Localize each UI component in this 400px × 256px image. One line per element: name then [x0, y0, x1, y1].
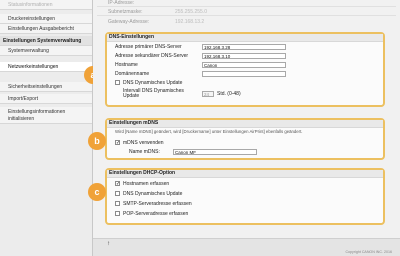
sidebar-item-label: Netzwerkeinstellungen	[8, 64, 59, 70]
callout-badge-b: b	[88, 132, 106, 150]
acquire-pop-server-label: POP-Serveradresse erfassen	[123, 211, 189, 217]
mdns-name-label: Name mDNS:	[129, 149, 160, 155]
primary-dns-label: Adresse primärer DNS-Server	[115, 44, 182, 50]
scroll-to-top-icon[interactable]: ↑	[107, 241, 110, 247]
gateway-address-label: Gateway-Adresse:	[108, 19, 150, 25]
dns-update-interval-label: Intervall DNS Dynamisches Update	[123, 88, 184, 99]
sidebar-item-initialize-settings[interactable]: Einstellungsinformationen initialisieren	[0, 107, 92, 124]
copyright-text: Copyright CANON INC. 2016	[345, 250, 392, 254]
mdns-note: Wird [Name mDNS] geändert, wird [Drucker…	[115, 129, 303, 134]
sidebar-section-label: Einstellungen Systemverwaltung	[3, 38, 82, 44]
sidebar-item-security-settings[interactable]: Sicherheitseinstellungen	[0, 82, 92, 92]
acquire-smtp-server-checkbox[interactable]	[115, 201, 120, 206]
sidebar-item-import-export[interactable]: Import/Export	[0, 94, 92, 104]
sidebar-item-label: Import/Export	[8, 96, 39, 102]
divider	[97, 15, 396, 16]
dhcp-dns-dynamic-update-checkbox[interactable]	[115, 191, 120, 196]
section-title: Einstellungen mDNS	[107, 120, 383, 128]
section-title: Einstellungen DHCP-Option	[107, 170, 383, 178]
primary-dns-input[interactable]: 192.168.3.28	[202, 44, 286, 50]
use-mdns-label: mDNS verwenden	[123, 140, 164, 146]
dns-dynamic-update-checkbox[interactable]	[115, 80, 120, 85]
use-mdns-checkbox[interactable]	[115, 139, 120, 147]
divider	[97, 6, 396, 7]
acquire-pop-server-checkbox[interactable]	[115, 211, 120, 216]
acquire-smtp-server-label: SMTP-Serveradresse erfassen	[123, 201, 192, 207]
dns-dynamic-update-label: DNS Dynamisches Update	[123, 80, 183, 86]
dns-update-interval-unit: Std. (0-48)	[217, 91, 241, 97]
dns-settings-section: DNS-Einstellungen Adresse primärer DNS-S…	[105, 32, 385, 107]
dhcp-option-section: Einstellungen DHCP-Option Hostnamen erfa…	[105, 168, 385, 225]
section-title: DNS-Einstellungen	[107, 34, 383, 42]
domain-name-input[interactable]	[202, 71, 286, 77]
dns-update-interval-input[interactable]: 24	[202, 91, 214, 97]
sidebar-item-report-settings[interactable]: Einstellungen Ausgabebericht	[0, 24, 92, 34]
secondary-dns-input[interactable]: 192.168.3.10	[202, 53, 286, 59]
hostname-input[interactable]: Canon	[202, 62, 286, 68]
sidebar-item-label: Sicherheitseinstellungen	[8, 84, 63, 90]
sidebar-item-label: Systemverwaltung	[8, 48, 49, 54]
gateway-address-value: 192.168.13.2	[175, 19, 205, 25]
sidebar-item-label: Statusinformationen	[8, 2, 53, 8]
remote-ui-window: Statusinformationen Druckereinstellungen…	[0, 0, 400, 256]
dhcp-dns-dynamic-update-label: DNS Dynamisches Update	[123, 191, 183, 197]
main-content: IP-Adresse: Subnetzmaske: 255.255.255.0 …	[93, 0, 400, 256]
domain-name-label: Domänenname	[115, 71, 150, 77]
mdns-settings-section: Einstellungen mDNS Wird [Name mDNS] geän…	[105, 118, 385, 160]
sidebar-item-printer-settings[interactable]: Druckereinstellungen	[0, 14, 92, 24]
sidebar-section-system-management: Einstellungen Systemverwaltung	[0, 36, 92, 46]
sidebar-item-label: Einstellungsinformationen initialisieren	[8, 109, 66, 122]
sidebar-item-network-settings[interactable]: Netzwerkeinstellungen	[0, 62, 92, 72]
acquire-hostname-checkbox[interactable]	[115, 180, 120, 188]
callout-badge-c: c	[88, 183, 106, 201]
hostname-label: Hostname	[115, 62, 138, 68]
sidebar-item-label: Einstellungen Ausgabebericht	[8, 26, 74, 32]
footer: ↑ Copyright CANON INC. 2016	[93, 238, 400, 256]
secondary-dns-label: Adresse sekundärer DNS-Server	[115, 53, 189, 59]
sidebar-item-status[interactable]: Statusinformationen	[0, 0, 92, 10]
sidebar-item-label: Druckereinstellungen	[8, 16, 55, 22]
ip-summary: IP-Adresse: Subnetzmaske: 255.255.255.0 …	[93, 0, 400, 32]
sidebar-item-system-management[interactable]: Systemverwaltung	[0, 46, 92, 56]
sidebar: Statusinformationen Druckereinstellungen…	[0, 0, 93, 256]
acquire-hostname-label: Hostnamen erfassen	[123, 181, 170, 187]
mdns-name-input[interactable]: Canon MF	[173, 149, 257, 155]
